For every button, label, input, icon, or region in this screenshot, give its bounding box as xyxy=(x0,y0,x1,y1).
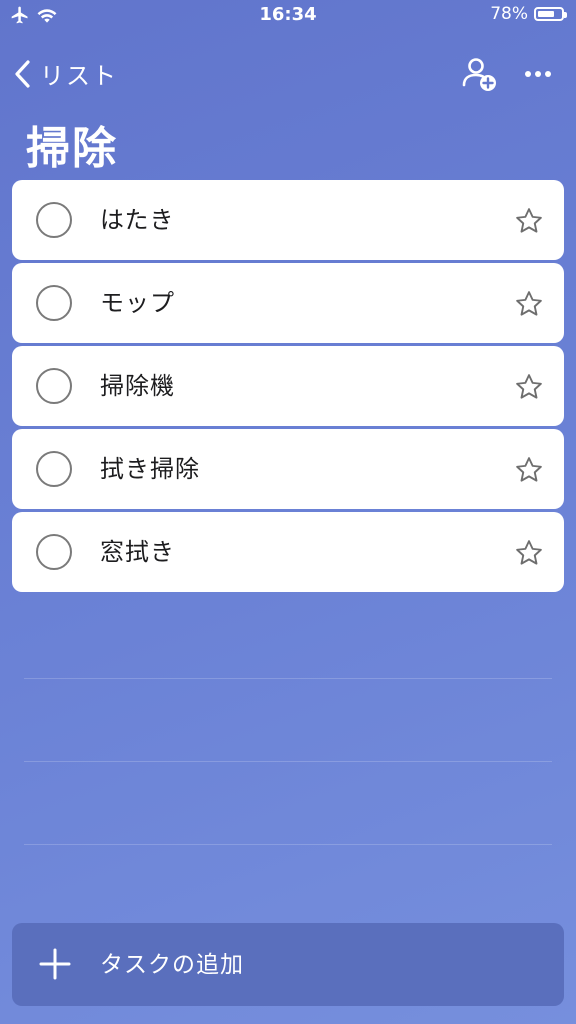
task-item[interactable]: 拭き掃除 xyxy=(12,429,564,509)
task-list: はたき モップ 掃除機 拭き掃除 窓拭き xyxy=(12,180,564,595)
empty-row-divider xyxy=(24,761,552,762)
empty-row-divider xyxy=(24,678,552,679)
battery-fill xyxy=(538,11,555,17)
status-bar: 16:34 78% xyxy=(0,0,576,34)
nav-bar: リスト xyxy=(0,50,576,98)
task-label: はたき xyxy=(100,206,175,234)
airplane-icon xyxy=(11,6,28,24)
task-label: 掃除機 xyxy=(100,372,175,400)
battery-icon xyxy=(534,7,567,21)
battery-nub xyxy=(564,12,567,18)
chevron-left-icon xyxy=(15,59,30,88)
task-complete-checkbox[interactable] xyxy=(36,451,72,487)
task-label: モップ xyxy=(100,289,175,317)
empty-row-divider xyxy=(24,844,552,845)
battery-percent: 78% xyxy=(490,4,528,24)
star-icon[interactable] xyxy=(514,455,544,485)
star-icon[interactable] xyxy=(514,289,544,319)
wifi-icon xyxy=(37,9,57,23)
task-label: 拭き掃除 xyxy=(100,455,200,483)
task-complete-checkbox[interactable] xyxy=(36,202,72,238)
more-button[interactable] xyxy=(520,56,556,92)
plus-icon xyxy=(39,948,71,980)
task-complete-checkbox[interactable] xyxy=(36,534,72,570)
add-task-label: タスクの追加 xyxy=(100,952,244,978)
share-list-button[interactable] xyxy=(460,54,500,94)
back-button[interactable]: リスト xyxy=(14,56,118,91)
star-icon[interactable] xyxy=(514,538,544,568)
task-label: 窓拭き xyxy=(100,538,175,566)
task-complete-checkbox[interactable] xyxy=(36,285,72,321)
star-icon[interactable] xyxy=(514,206,544,236)
task-item[interactable]: はたき xyxy=(12,180,564,260)
task-complete-checkbox[interactable] xyxy=(36,368,72,404)
task-item[interactable]: モップ xyxy=(12,263,564,343)
star-icon[interactable] xyxy=(514,372,544,402)
status-left xyxy=(10,5,58,25)
list-title: 掃除 xyxy=(26,123,118,174)
status-right: 78% xyxy=(490,4,567,24)
task-item[interactable]: 掃除機 xyxy=(12,346,564,426)
add-person-icon xyxy=(462,58,496,91)
task-item[interactable]: 窓拭き xyxy=(12,512,564,592)
add-task-button[interactable]: タスクの追加 xyxy=(12,923,564,1006)
more-icon xyxy=(525,71,551,77)
back-label: リスト xyxy=(40,62,118,90)
